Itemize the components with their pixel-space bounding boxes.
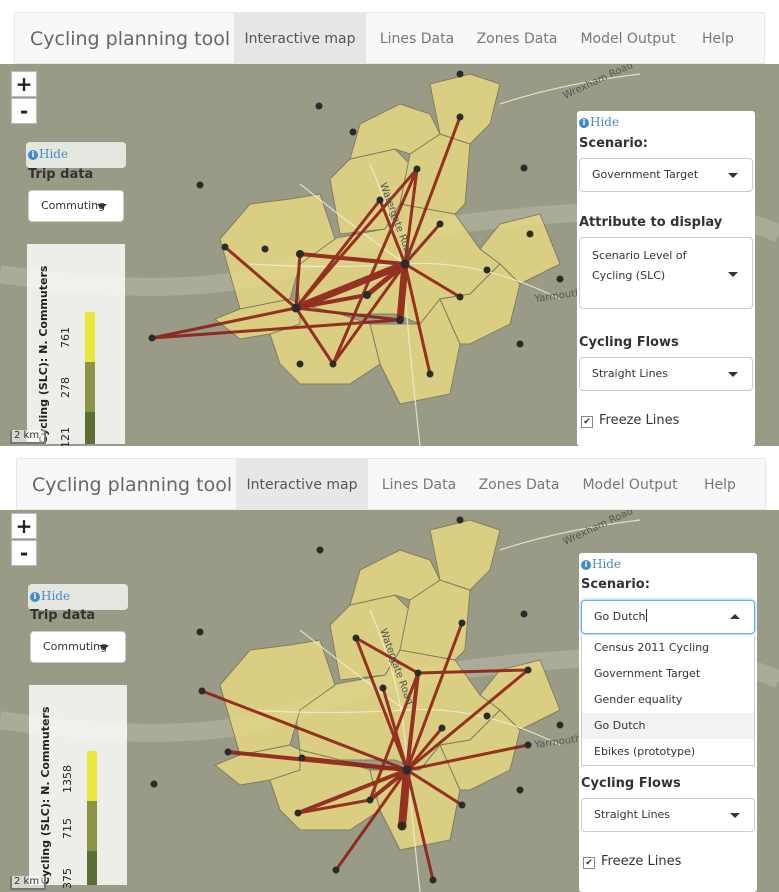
scenario-label: Scenario:: [579, 136, 648, 151]
trip-data-value: Commuting: [43, 640, 108, 653]
attribute-value: Scenario Level of Cycling (SLC): [592, 249, 687, 282]
cycling-flows-select[interactable]: Straight Lines: [579, 357, 753, 391]
tab-model-output[interactable]: Model Output: [570, 459, 690, 509]
trip-panel-hide-box: i Hide: [28, 584, 128, 610]
trip-data-select[interactable]: Commuting: [30, 631, 126, 663]
scale-bar: 2 km: [10, 876, 46, 890]
screenshot-bottom: Watergate Road Wrexham Road Yarmouth 2 k…: [0, 446, 779, 892]
legend-swatch-low: [85, 412, 95, 444]
cycling-flows-value: Straight Lines: [592, 367, 669, 380]
legend-swatch-high: [87, 751, 97, 801]
cycling-flows-select[interactable]: Straight Lines: [581, 798, 755, 832]
trip-data-select[interactable]: Commuting: [28, 190, 124, 222]
scenario-select[interactable]: Government Target: [579, 158, 753, 192]
legend-title: Cycling (SLC): N. Commuters: [39, 706, 52, 885]
chevron-down-icon: [97, 204, 107, 209]
scenario-option-go-dutch[interactable]: Go Dutch: [582, 713, 754, 739]
info-icon: i: [579, 118, 589, 128]
legend-swatch-mid: [85, 362, 95, 412]
chevron-down-icon: [728, 173, 738, 178]
attribute-select[interactable]: Scenario Level of Cycling (SLC): [579, 237, 753, 309]
tab-lines-data[interactable]: Lines Data: [367, 13, 467, 63]
chevron-down-icon: [728, 372, 738, 377]
scenario-option-gender-equality[interactable]: Gender equality: [582, 687, 754, 713]
navbar: Cycling planning tool Interactive map Li…: [16, 458, 766, 510]
hide-label: Hide: [41, 589, 71, 603]
cycling-flows-label: Cycling Flows: [581, 776, 681, 791]
scenario-label: Scenario:: [581, 577, 650, 592]
scenario-option-government-target[interactable]: Government Target: [582, 661, 754, 687]
app-brand[interactable]: Cycling planning tool: [32, 459, 232, 511]
trip-data-label: Trip data: [28, 167, 94, 182]
zoom-out-button[interactable]: -: [11, 540, 37, 566]
cycling-flows-value: Straight Lines: [594, 808, 671, 821]
legend-swatch-high: [85, 312, 95, 362]
info-icon: i: [581, 560, 591, 570]
tab-help[interactable]: Help: [690, 459, 750, 509]
legend-box: Cycling (SLC): N. Commuters 761 278 121: [27, 244, 125, 446]
trip-panel-hide-box: i Hide: [26, 142, 126, 168]
hide-label: Hide: [592, 557, 622, 571]
tab-model-output[interactable]: Model Output: [568, 13, 688, 63]
chevron-down-icon: [730, 813, 740, 818]
freeze-lines-checkbox[interactable]: ✔: [583, 857, 595, 869]
side-panel-hide-link[interactable]: i Hide: [581, 557, 621, 571]
scenario-select[interactable]: Go Dutch: [581, 600, 755, 634]
scenario-side-panel: i Hide Scenario: Go Dutch Census 2011 Cyc…: [579, 553, 757, 892]
trip-data-value: Commuting: [41, 199, 106, 212]
legend-box: Cycling (SLC): N. Commuters 1358 715 375: [29, 685, 127, 889]
scenario-option-ebikes[interactable]: Ebikes (prototype): [582, 739, 754, 765]
freeze-lines-label[interactable]: Freeze Lines: [599, 413, 679, 428]
scenario-option-census[interactable]: Census 2011 Cycling: [582, 635, 754, 661]
check-icon: ✔: [583, 417, 591, 427]
hide-label: Hide: [590, 115, 620, 129]
chevron-up-icon: [730, 614, 740, 619]
text-cursor: [645, 609, 647, 622]
zoom-out-button[interactable]: -: [11, 98, 37, 124]
scenario-value: Government Target: [592, 168, 699, 181]
tab-zones-data[interactable]: Zones Data: [467, 13, 567, 63]
screenshot-top: Watergate Road Wrexham Road Yarmouth 2 k…: [0, 0, 779, 446]
tab-lines-data[interactable]: Lines Data: [369, 459, 469, 509]
side-panel-hide-link[interactable]: i Hide: [579, 115, 619, 129]
navbar: Cycling planning tool Interactive map Li…: [14, 12, 765, 64]
zoom-in-button[interactable]: +: [11, 71, 37, 97]
cycling-flows-label: Cycling Flows: [579, 335, 679, 350]
scale-bar: 2 km: [10, 430, 46, 444]
check-icon: ✔: [585, 858, 593, 868]
legend-value-mid: 715: [61, 818, 74, 839]
legend-value-high: 761: [59, 327, 72, 348]
tab-interactive-map[interactable]: Interactive map: [234, 13, 366, 63]
freeze-lines-label[interactable]: Freeze Lines: [601, 854, 681, 869]
scenario-dropdown: Census 2011 Cycling Government Target Ge…: [581, 635, 755, 766]
freeze-lines-checkbox[interactable]: ✔: [581, 416, 593, 428]
legend-value-mid: 278: [59, 377, 72, 398]
chevron-down-icon: [728, 272, 738, 277]
trip-panel-hide-link[interactable]: i Hide: [30, 589, 70, 603]
info-icon: i: [30, 592, 40, 602]
attribute-label: Attribute to display: [579, 215, 723, 230]
tab-interactive-map[interactable]: Interactive map: [236, 459, 368, 509]
legend-value-low: 121: [59, 427, 72, 446]
legend-title: Cycling (SLC): N. Commuters: [37, 265, 50, 444]
scenario-side-panel: i Hide Scenario: Government Target Attrib…: [577, 111, 755, 446]
legend-swatch-low: [87, 851, 97, 885]
tab-zones-data[interactable]: Zones Data: [469, 459, 569, 509]
zoom-in-button[interactable]: +: [11, 513, 37, 539]
tab-help[interactable]: Help: [688, 13, 748, 63]
legend-swatch-mid: [87, 801, 97, 851]
app-brand[interactable]: Cycling planning tool: [30, 13, 230, 65]
hide-label: Hide: [39, 147, 69, 161]
trip-panel-hide-link[interactable]: i Hide: [28, 147, 68, 161]
legend-value-high: 1358: [61, 765, 74, 793]
info-icon: i: [28, 150, 38, 160]
legend-value-low: 375: [61, 868, 74, 889]
chevron-down-icon: [99, 645, 109, 650]
trip-data-label: Trip data: [30, 608, 96, 623]
scenario-value: Go Dutch: [594, 610, 646, 623]
